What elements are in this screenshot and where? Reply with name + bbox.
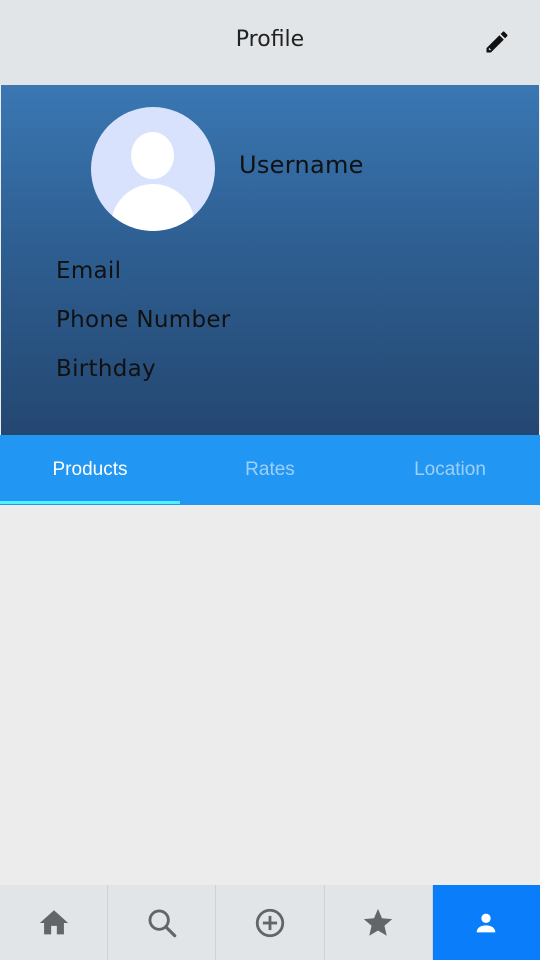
nav-home-button[interactable] [0,885,109,960]
phone-number-label: Phone Number [56,307,231,333]
avatar-head [131,132,174,179]
tab-rates[interactable]: Rates [180,435,360,505]
page-title: Profile [235,27,305,52]
search-icon [148,909,177,937]
nav-favorites-button[interactable] [324,885,433,960]
profile-header: Username Email Phone Number Birthday [1,85,539,435]
pencil-icon [486,31,508,53]
username-label: Username [239,151,364,179]
tab-location[interactable]: Location [360,435,540,505]
bottom-navigation [0,885,540,960]
person-icon [477,913,496,932]
tab-products[interactable]: Products [0,435,180,505]
star-icon [364,908,393,936]
edit-profile-button[interactable] [482,27,512,57]
nav-profile-button[interactable] [432,885,540,960]
nav-search-button[interactable] [108,885,217,960]
tab-content-area [0,505,540,885]
nav-add-button[interactable] [216,885,325,960]
profile-tabs: Products Rates Location [0,435,540,505]
add-circle-icon [255,908,285,937]
email-label: Email [56,258,122,284]
user-avatar-icon[interactable] [91,107,215,231]
birthday-label: Birthday [56,356,156,382]
avatar-body [111,184,195,231]
home-icon [39,909,68,934]
app-bar: Profile [0,0,540,85]
